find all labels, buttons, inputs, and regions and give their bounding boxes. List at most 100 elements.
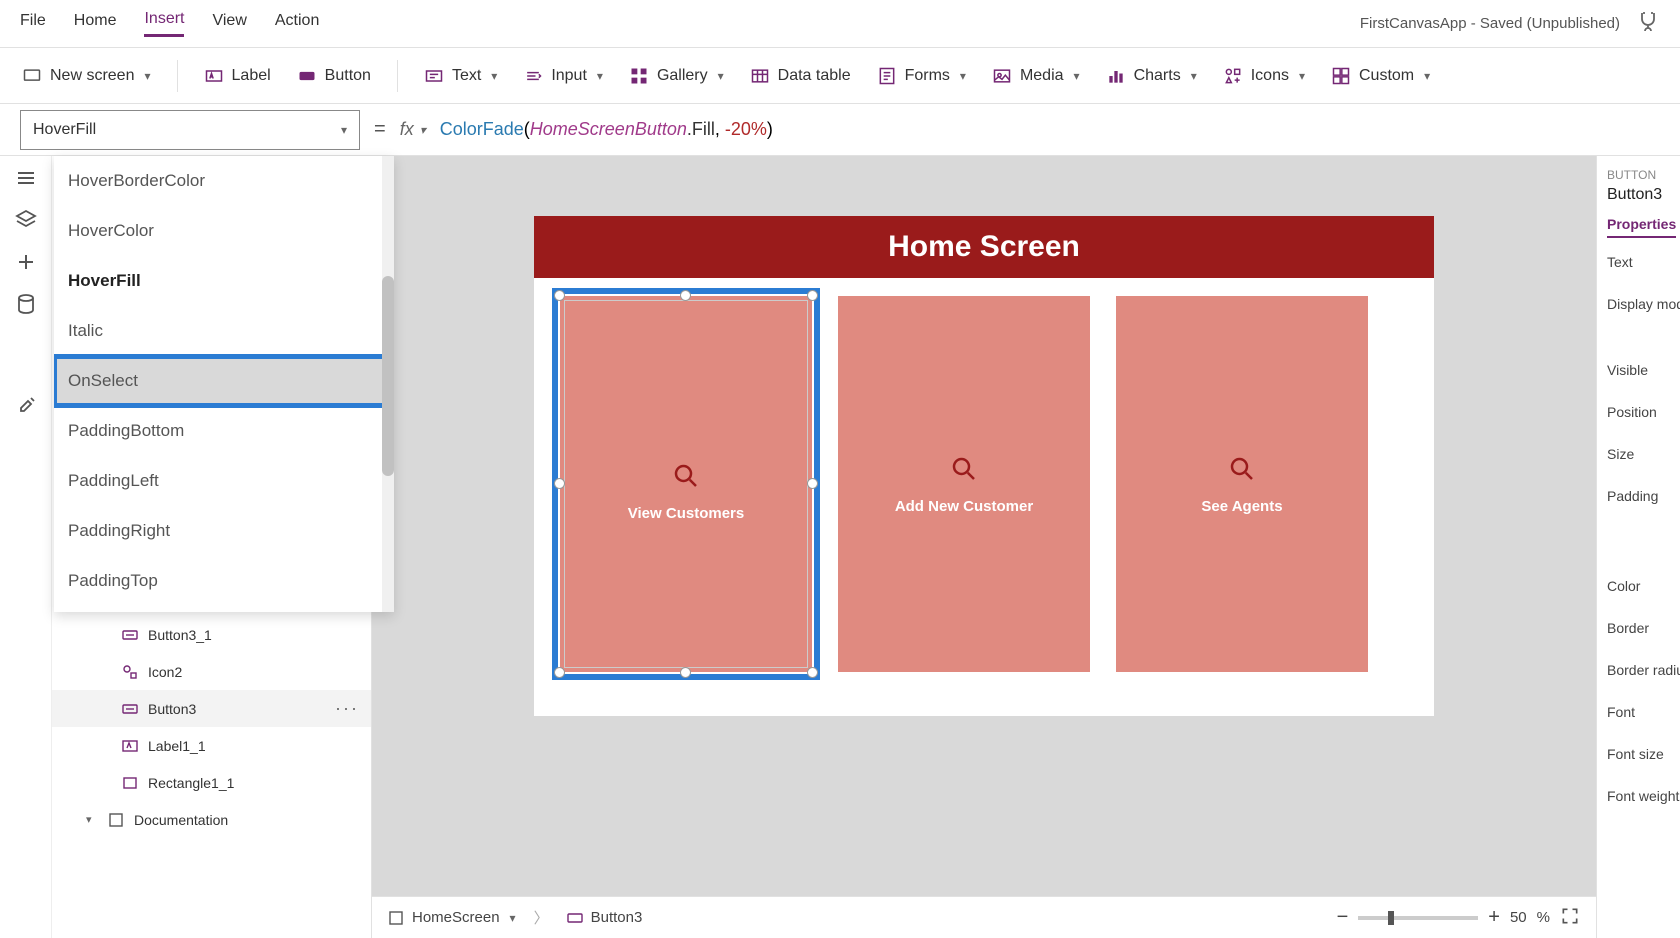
prop-size[interactable]: Size: [1607, 446, 1670, 462]
media-button[interactable]: Media ▾: [992, 66, 1080, 86]
card-view-customers[interactable]: View Customers: [560, 296, 812, 672]
prop-item-paddingright[interactable]: PaddingRight: [54, 506, 394, 556]
prop-color[interactable]: Color: [1607, 578, 1670, 594]
formula-fn: ColorFade: [440, 119, 524, 139]
tree-item-rectangle1-1[interactable]: Rectangle1_1: [52, 764, 371, 801]
formula-ref: HomeScreenButton: [530, 119, 687, 139]
tab-properties[interactable]: Properties: [1607, 216, 1676, 238]
icons-label: Icons: [1251, 67, 1289, 85]
zoom-knob[interactable]: [1388, 911, 1394, 925]
home-header: Home Screen: [534, 216, 1434, 278]
prop-item-italic[interactable]: Italic: [54, 306, 394, 356]
ribbon: New screen ▾ Label Button Text ▾ Input ▾…: [0, 48, 1680, 104]
prop-item-hovercolor[interactable]: HoverColor: [54, 206, 394, 256]
tree-label: Button3: [148, 701, 196, 717]
prop-display-mode[interactable]: Display mode: [1607, 296, 1670, 312]
formula-input[interactable]: ColorFade(HomeScreenButton.Fill, -20%): [440, 119, 773, 140]
more-icon[interactable]: ···: [335, 698, 359, 719]
menu-view[interactable]: View: [212, 12, 246, 36]
chevron-down-icon: ▾: [718, 69, 724, 83]
tree-item-button3-1[interactable]: Button3_1: [52, 616, 371, 653]
menu-action[interactable]: Action: [275, 12, 319, 36]
breadcrumb-separator: 〉: [534, 907, 549, 928]
prop-border[interactable]: Border: [1607, 620, 1670, 636]
new-screen-label: New screen: [50, 67, 134, 85]
tree-label: Rectangle1_1: [148, 775, 234, 791]
card-add-customer[interactable]: Add New Customer: [838, 296, 1090, 672]
zoom-out-button[interactable]: −: [1337, 906, 1349, 929]
icons-button[interactable]: Icons ▾: [1223, 66, 1305, 86]
equals-sign: =: [374, 118, 386, 141]
chevron-down-icon: ▾: [420, 123, 426, 137]
zoom-unit: %: [1537, 909, 1550, 926]
text-button[interactable]: Text ▾: [424, 66, 497, 86]
prop-item-paddingbottom[interactable]: PaddingBottom: [54, 406, 394, 456]
prop-border-radius[interactable]: Border radius: [1607, 662, 1670, 678]
chevron-down-icon: ▾: [341, 123, 347, 137]
separator: [177, 60, 178, 92]
comma: ,: [715, 119, 725, 139]
zoom-in-button[interactable]: +: [1488, 906, 1500, 929]
button-label: Button: [325, 67, 371, 85]
media-label: Media: [1020, 67, 1064, 85]
label-button[interactable]: Label: [204, 66, 271, 86]
text-label: Text: [452, 67, 481, 85]
cards-row: View Customers Add New Customer See Agen…: [534, 278, 1434, 690]
custom-label: Custom: [1359, 67, 1414, 85]
layers-icon[interactable]: [14, 208, 38, 232]
chevron-down-icon: ▾: [1191, 69, 1197, 83]
formula-bar: HoverFill ▾ = fx▾ ColorFade(HomeScreenBu…: [0, 104, 1680, 156]
prop-text[interactable]: Text: [1607, 254, 1670, 270]
custom-button[interactable]: Custom ▾: [1331, 66, 1430, 86]
zoom-slider[interactable]: [1358, 916, 1478, 920]
forms-button[interactable]: Forms ▾: [877, 66, 966, 86]
menu-home[interactable]: Home: [74, 12, 117, 36]
prop-padding[interactable]: Padding: [1607, 488, 1670, 504]
prop-position[interactable]: Position: [1607, 404, 1670, 420]
prop-item-hoverfill[interactable]: HoverFill: [54, 256, 394, 306]
plus-icon[interactable]: [14, 250, 38, 274]
data-table-button[interactable]: Data table: [750, 66, 851, 86]
prop-item-hoverbordercolor[interactable]: HoverBorderColor: [54, 156, 394, 206]
prop-item-paddingtop[interactable]: PaddingTop: [54, 556, 394, 606]
database-icon[interactable]: [14, 292, 38, 316]
prop-font-size[interactable]: Font size: [1607, 746, 1670, 762]
property-dropdown: HoverBorderColor HoverColor HoverFill It…: [54, 156, 394, 612]
gallery-label: Gallery: [657, 67, 708, 85]
paren-close: ): [767, 119, 773, 139]
fx-button[interactable]: fx▾: [400, 119, 426, 140]
search-icon: [949, 454, 979, 484]
fit-screen-icon[interactable]: [1560, 906, 1580, 930]
card-see-agents[interactable]: See Agents: [1116, 296, 1368, 672]
scrollbar[interactable]: [382, 156, 394, 612]
chevron-down-icon: ▾: [597, 69, 603, 83]
breadcrumb-control[interactable]: Button3: [567, 909, 643, 926]
prop-item-onselect[interactable]: OnSelect: [54, 356, 394, 406]
charts-button[interactable]: Charts ▾: [1106, 66, 1197, 86]
chevron-down-icon: ▾: [491, 69, 497, 83]
canvas[interactable]: Home Screen View Customers Add New Custo…: [372, 156, 1596, 938]
property-selector[interactable]: HoverFill ▾: [20, 110, 360, 150]
input-button[interactable]: Input ▾: [523, 66, 603, 86]
breadcrumb-screen[interactable]: HomeScreen ▾: [388, 909, 516, 926]
app-checker-icon[interactable]: [1636, 10, 1660, 38]
tree-item-label1-1[interactable]: Label1_1: [52, 727, 371, 764]
gallery-button[interactable]: Gallery ▾: [629, 66, 724, 86]
separator: [397, 60, 398, 92]
menu-insert[interactable]: Insert: [144, 10, 184, 37]
new-screen-button[interactable]: New screen ▾: [22, 66, 151, 86]
prop-font[interactable]: Font: [1607, 704, 1670, 720]
prop-font-weight[interactable]: Font weight: [1607, 788, 1670, 804]
prop-item-paddingleft[interactable]: PaddingLeft: [54, 456, 394, 506]
prop-visible[interactable]: Visible: [1607, 362, 1670, 378]
hamburger-icon[interactable]: [14, 166, 38, 190]
tools-icon[interactable]: [14, 394, 38, 418]
tree-item-icon2[interactable]: Icon2: [52, 653, 371, 690]
search-icon: [1227, 454, 1257, 484]
tree-item-button3[interactable]: Button3 ···: [52, 690, 371, 727]
button-button[interactable]: Button: [297, 66, 371, 86]
menu-file[interactable]: File: [20, 12, 46, 36]
main-area: HoverBorderColor HoverColor HoverFill It…: [0, 156, 1680, 938]
tree-item-documentation[interactable]: ▾ Documentation: [52, 801, 371, 838]
scrollbar-thumb[interactable]: [382, 276, 394, 476]
